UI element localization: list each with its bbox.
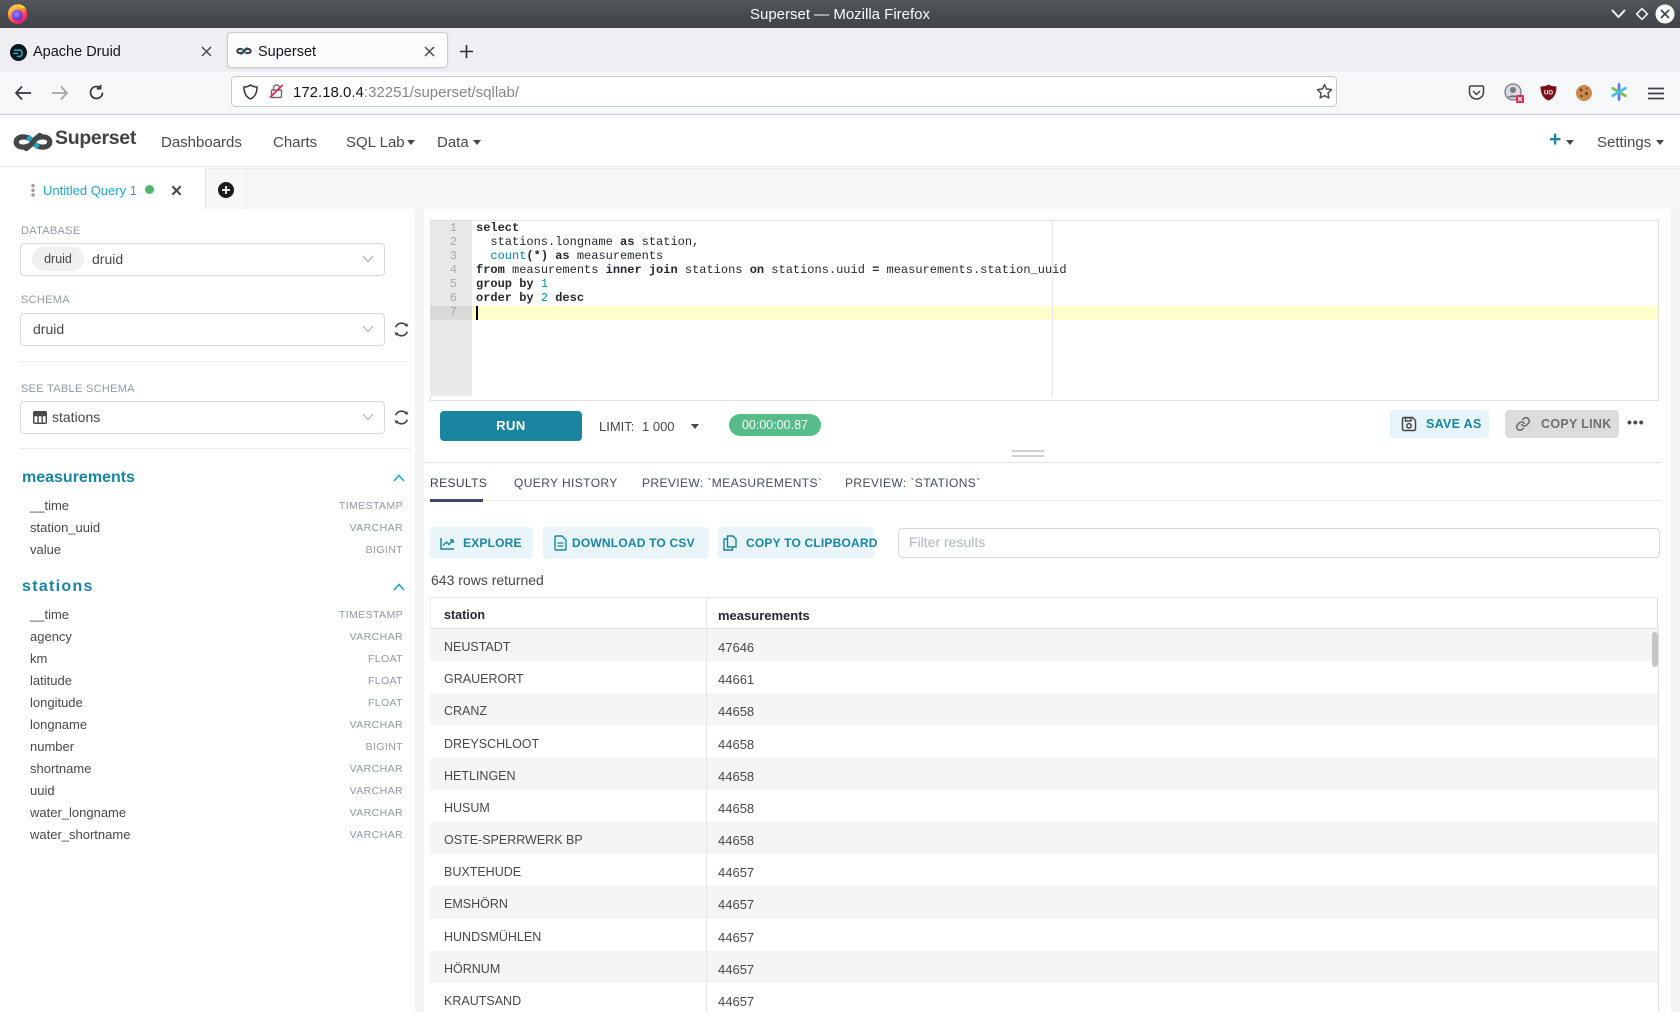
svg-text:UO: UO: [1544, 91, 1553, 97]
